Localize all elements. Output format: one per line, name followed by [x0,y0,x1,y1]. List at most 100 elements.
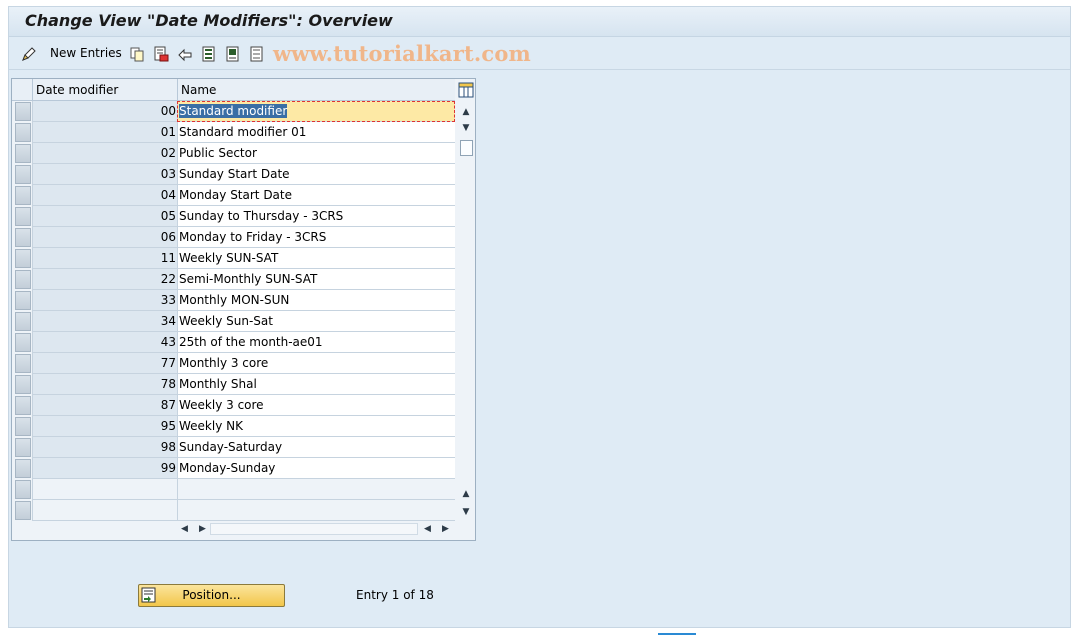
row-selector[interactable] [15,144,31,163]
select-all-rows-header[interactable] [12,79,32,101]
name-cell[interactable]: Standard modifier [177,101,455,122]
vertical-scrollbar[interactable]: ▲ ▼ ▲ ▼ [458,103,474,523]
scroll-right-2-icon[interactable]: ▶ [442,521,449,537]
scroll-page-down-icon[interactable]: ▼ [458,505,474,519]
edit-pencil-icon[interactable] [21,46,37,62]
date-modifier-cell: 05 [32,206,177,227]
copy-icon[interactable] [129,46,145,62]
row-selector[interactable] [15,333,31,352]
row-selector[interactable] [15,396,31,415]
table-row[interactable] [12,500,455,521]
entry-counter: Entry 1 of 18 [356,588,434,602]
undo-icon[interactable] [177,46,193,62]
row-selector[interactable] [15,501,31,520]
name-cell[interactable]: Monthly MON-SUN [177,290,455,311]
row-selector[interactable] [15,249,31,268]
position-button-label: Position... [182,588,241,602]
name-cell[interactable]: Monday-Sunday [177,458,455,479]
name-cell[interactable]: Sunday Start Date [177,164,455,185]
row-selector[interactable] [15,270,31,289]
date-modifier-cell [32,479,177,500]
scroll-left-icon[interactable]: ◀ [181,521,188,537]
name-cell[interactable]: Semi-Monthly SUN-SAT [177,269,455,290]
name-cell[interactable]: Monthly 3 core [177,353,455,374]
row-selector[interactable] [15,228,31,247]
table-row[interactable]: 03 Sunday Start Date [12,164,455,185]
table-row[interactable]: 95 Weekly NK [12,416,455,437]
name-cell-text: Monday Start Date [179,188,292,202]
table-row[interactable]: 77 Monthly 3 core [12,353,455,374]
name-cell[interactable]: Weekly 3 core [177,395,455,416]
delete-icon[interactable] [153,46,169,62]
name-cell-text: Weekly Sun-Sat [179,314,273,328]
select-all-icon[interactable] [201,46,217,62]
row-selector[interactable] [15,102,31,121]
name-cell[interactable]: Sunday-Saturday [177,437,455,458]
date-modifier-cell: 06 [32,227,177,248]
name-cell-text: Sunday Start Date [179,167,290,181]
name-cell[interactable]: Monday to Friday - 3CRS [177,227,455,248]
table-row[interactable]: 22 Semi-Monthly SUN-SAT [12,269,455,290]
deselect-all-icon[interactable] [249,46,265,62]
table-row[interactable]: 04 Monday Start Date [12,185,455,206]
date-modifier-cell: 78 [32,374,177,395]
table-row[interactable]: 06 Monday to Friday - 3CRS [12,227,455,248]
table-row[interactable]: 02 Public Sector [12,143,455,164]
row-selector[interactable] [15,165,31,184]
name-cell [177,479,455,500]
new-entries-button[interactable]: New Entries [50,46,122,60]
scroll-left-2-icon[interactable]: ◀ [424,521,431,537]
table-row[interactable]: 78 Monthly Shal [12,374,455,395]
name-cell[interactable]: Weekly NK [177,416,455,437]
table-row[interactable]: 98 Sunday-Saturday [12,437,455,458]
table-row[interactable]: 87 Weekly 3 core [12,395,455,416]
name-cell[interactable]: Standard modifier 01 [177,122,455,143]
scroll-up-icon[interactable]: ▲ [458,105,474,119]
date-modifier-cell: 01 [32,122,177,143]
select-block-icon[interactable] [225,46,241,62]
row-selector[interactable] [15,186,31,205]
row-selector[interactable] [15,312,31,331]
row-selector[interactable] [15,207,31,226]
name-cell[interactable]: Public Sector [177,143,455,164]
row-selector[interactable] [15,354,31,373]
table-row[interactable]: 00 Standard modifier [12,101,455,122]
row-selector[interactable] [15,438,31,457]
table-row[interactable]: 01 Standard modifier 01 [12,122,455,143]
name-cell[interactable]: Weekly SUN-SAT [177,248,455,269]
table-row[interactable]: 33 Monthly MON-SUN [12,290,455,311]
horizontal-scrollbar[interactable] [210,523,418,535]
column-header-date-modifier[interactable]: Date modifier [32,79,177,101]
name-cell[interactable]: Weekly Sun-Sat [177,311,455,332]
table-row[interactable] [12,479,455,500]
name-cell[interactable]: 25th of the month-ae01 [177,332,455,353]
name-cell-text: Semi-Monthly SUN-SAT [179,272,318,286]
row-selector[interactable] [15,123,31,142]
date-modifier-cell: 34 [32,311,177,332]
table-row[interactable]: 34 Weekly Sun-Sat [12,311,455,332]
scroll-page-up-icon[interactable]: ▲ [458,487,474,501]
scroll-down-icon[interactable]: ▼ [458,121,474,135]
row-selector[interactable] [15,417,31,436]
row-selector[interactable] [15,480,31,499]
row-selector[interactable] [15,375,31,394]
name-cell-text: Monthly Shal [179,377,257,391]
application-toolbar: New Entries www.tutorialkart.com [9,38,1070,70]
position-button[interactable]: Position... [138,584,285,607]
name-cell[interactable]: Monthly Shal [177,374,455,395]
row-selector[interactable] [15,291,31,310]
name-cell-text: Sunday to Thursday - 3CRS [179,209,344,223]
name-cell-text: Sunday-Saturday [179,440,283,454]
table-row[interactable]: 11 Weekly SUN-SAT [12,248,455,269]
row-selector[interactable] [15,459,31,478]
table-settings-icon[interactable] [458,82,474,98]
date-modifier-cell: 87 [32,395,177,416]
scroll-right-icon[interactable]: ▶ [199,521,206,537]
table-row[interactable]: 99 Monday-Sunday [12,458,455,479]
name-cell[interactable]: Sunday to Thursday - 3CRS [177,206,455,227]
name-cell[interactable]: Monday Start Date [177,185,455,206]
column-header-name[interactable]: Name [177,79,455,101]
table-row[interactable]: 05 Sunday to Thursday - 3CRS [12,206,455,227]
table-row[interactable]: 43 25th of the month-ae01 [12,332,455,353]
scroll-thumb[interactable] [460,140,473,156]
